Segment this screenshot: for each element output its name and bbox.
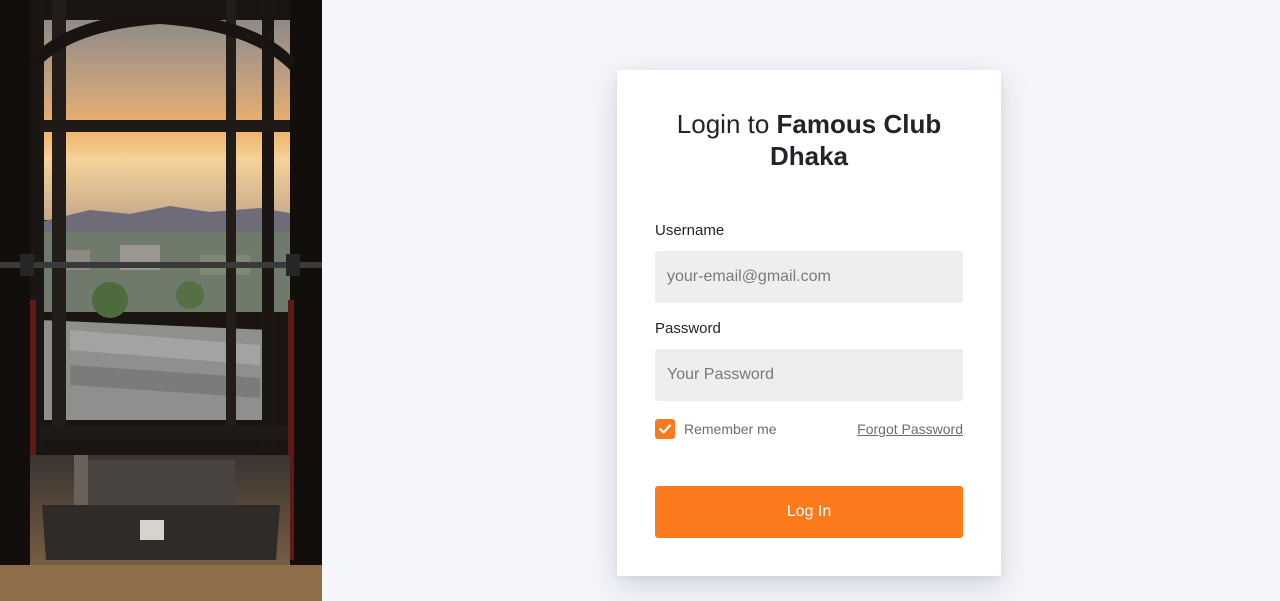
username-input[interactable]: [655, 251, 963, 303]
club-name-line1: Famous Club: [776, 109, 942, 139]
login-button[interactable]: Log In: [655, 486, 963, 538]
remember-me-checkbox[interactable]: [655, 419, 675, 439]
gym-window-photo: [0, 0, 322, 601]
password-input[interactable]: [655, 349, 963, 401]
remember-row: Remember me Forgot Password: [655, 419, 963, 439]
login-title: Login to Famous Club Dhaka: [617, 108, 1001, 172]
club-name-line2: Dhaka: [769, 141, 849, 171]
forgot-password-link[interactable]: Forgot Password: [857, 421, 963, 437]
remember-me-label[interactable]: Remember me: [684, 421, 777, 437]
login-card: Login to Famous Club Dhaka Username Pass…: [617, 70, 1001, 576]
username-label: Username: [655, 222, 725, 239]
checkmark-icon: [658, 424, 672, 434]
password-label: Password: [655, 320, 721, 337]
title-prefix: Login to: [676, 109, 777, 139]
